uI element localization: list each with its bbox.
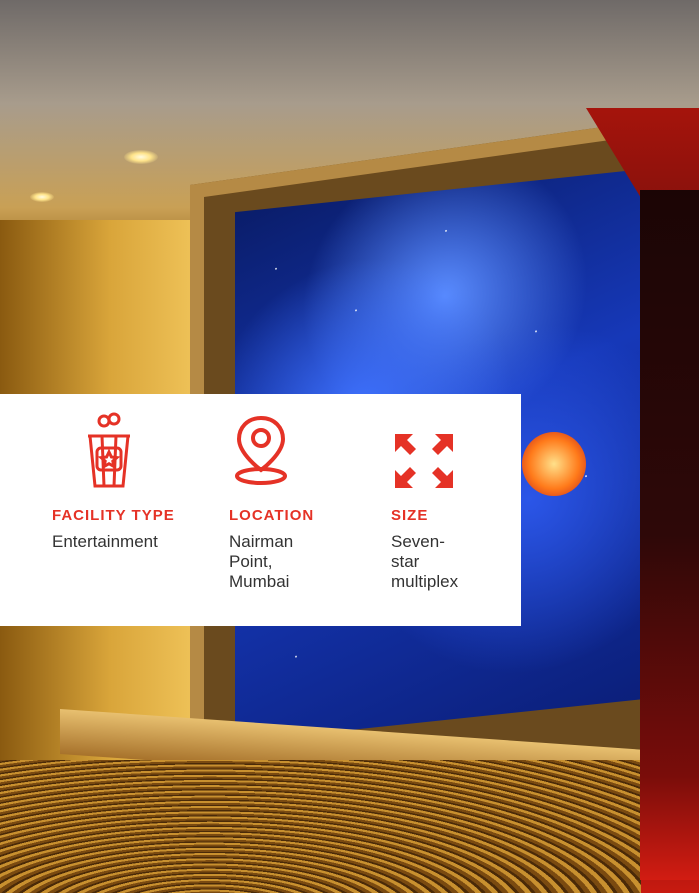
facility-type-value: Entertainment: [52, 532, 158, 551]
location-value: Nairman Point, Mumbai: [229, 532, 293, 592]
location-value-line: Mumbai: [229, 572, 290, 591]
facility-type-label: FACILITY TYPE: [52, 507, 175, 524]
popcorn-icon: [88, 412, 130, 488]
location-label: LOCATION: [229, 507, 315, 524]
location-value-line: Nairman Point,: [229, 532, 294, 571]
ceiling-light: [30, 192, 54, 202]
red-panel-shadow: [640, 190, 699, 880]
carpet-floor: [0, 760, 699, 893]
ceiling-light: [124, 150, 158, 164]
size-label: SIZE: [391, 507, 429, 524]
expand-arrows-icon: [395, 434, 453, 488]
facts-card: FACILITY TYPE Entertainment LOCATION Nai…: [0, 394, 521, 626]
size-value: Seven-star multiplex: [391, 532, 458, 592]
logo-emblem: [522, 432, 586, 496]
size-value-line: Seven-star: [391, 532, 445, 571]
size-value-line: multiplex: [391, 572, 459, 591]
location-pin-icon: [235, 415, 287, 485]
